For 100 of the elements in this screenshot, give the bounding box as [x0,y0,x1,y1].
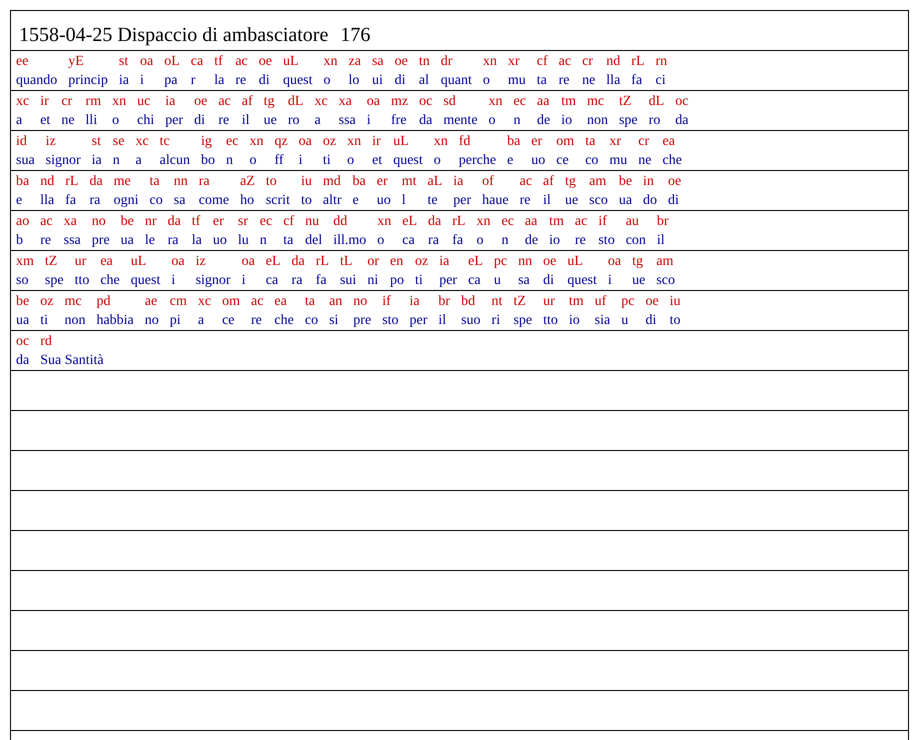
plaintext-syllable: per [453,192,472,210]
cipher-code: oc [419,93,432,111]
plaintext-syllable: tto [74,272,90,290]
cipher-code: oe [394,53,408,71]
plaintext-syllable: ca [266,272,278,290]
cipher-code: ae [144,293,158,311]
cipher-code: ec [260,213,272,231]
plaintext-syllable: re [235,72,246,90]
plaintext-syllable: che [662,152,682,170]
cipher-code: in [643,173,654,191]
plaintext-syllable: princip [68,72,108,90]
cipher-code: eL [266,253,281,271]
plaintext-syllable: signor [46,152,81,170]
plaintext-syllable: di [668,192,679,210]
cipher-code: er [376,173,388,191]
plaintext-syllable: e [507,152,514,170]
plaintext-syllable: o [112,112,120,130]
cipher-code: an [329,293,342,311]
cipher-code: iu [300,173,312,191]
cipher-code: nr [144,213,157,231]
plaintext-syllable: quest [130,272,160,290]
plaintext-syllable: re [250,312,262,330]
plaintext-syllable: o [476,232,484,250]
plaintext-syllable: fa [452,232,464,250]
cipher-code: be [120,213,134,231]
cipher-code: tg [264,93,275,111]
plaintext-syllable: co [304,312,318,330]
plaintext-syllable: n [226,152,233,170]
cipher-code: af [242,93,253,111]
cipher-code: if [382,293,391,311]
plaintext-syllable: come [198,192,230,210]
cipher-code: xn [324,53,338,71]
cipher-code: uf [594,293,606,311]
plaintext-syllable: ro [288,112,300,130]
plaintext-syllable: non [586,112,608,130]
plaintext-syllable: chi [137,112,154,130]
cipher-code: ea [662,133,675,151]
cipher-code: pd [96,293,110,311]
plaintext-syllable: pi [170,312,181,330]
cipher-code: ba [352,173,366,191]
plaintext-syllable: la [192,232,202,250]
cipher-code: mt [402,173,417,191]
cipher-code: oa [242,253,255,271]
cipher-code: da [89,173,103,191]
plaintext-syllable: per [165,112,184,130]
cipher-code: oa [366,93,380,111]
plaintext-syllable: de [524,232,538,250]
plaintext-syllable: lu [238,232,249,250]
cipher-code: br [656,213,669,231]
plaintext-syllable: le [144,232,155,250]
plaintext-syllable: a [135,152,142,170]
plaintext-syllable: io [549,232,560,250]
plaintext-syllable: fa [631,72,642,90]
plaintext-syllable: quest [282,72,313,90]
cipher-code: tn [418,53,430,71]
plaintext-syllable: ra [89,192,100,210]
cipher-code: ia [165,93,176,111]
cipher-code: oz [415,253,428,271]
plaintext-syllable: ca [468,272,481,290]
cipher-code: ia [453,173,464,191]
plaintext-syllable: il [242,112,250,130]
plaintext-syllable: ri [492,312,500,330]
plaintext-syllable: Sua Santità [40,352,104,370]
plaintext-syllable: del [305,232,322,250]
plaintext-syllable: ta [283,232,294,250]
cipher-code: ec [514,93,526,111]
plaintext-syllable: suo [461,312,481,330]
cipher-code: uL [282,53,299,71]
plaintext-syllable: n [514,112,521,130]
cipher-code: ea [274,293,287,311]
cipher-code: tZ [44,253,58,271]
cipher-code: ac [558,53,572,71]
cipher-code: iz [196,253,206,271]
cipher-code: xc [16,93,30,111]
cipher-code: xc [135,133,149,151]
cipher-code: za [348,53,361,71]
cipher-code: am [656,253,674,271]
plaintext-syllable: u [621,312,628,330]
cipher-code: ur [543,293,555,311]
plaintext-syllable: n [112,152,120,170]
plaintext-syllable: al [418,72,429,90]
cipher-code: or [367,253,379,271]
plaintext-syllable: io [568,312,580,330]
cipher-code: if [598,213,607,231]
cipher-code: xm [16,253,34,271]
plaintext-syllable: che [274,312,294,330]
cipher-code: nu [305,213,320,231]
plaintext-syllable: sia [594,312,610,330]
cipher-code: ir [40,93,49,111]
plaintext-syllable: a [16,112,22,130]
cipher-code: oe [645,293,659,311]
plaintext-syllable: et [372,152,382,170]
cipher-code: id [16,133,27,151]
plaintext-syllable: di [394,72,406,90]
plaintext-syllable: n [501,232,508,250]
plaintext-syllable: spe [618,112,638,130]
plaintext-syllable: ue [632,272,646,290]
plaintext-syllable: con [626,232,646,250]
plaintext-syllable: ogni [114,192,139,210]
plaintext-syllable: o [347,152,354,170]
